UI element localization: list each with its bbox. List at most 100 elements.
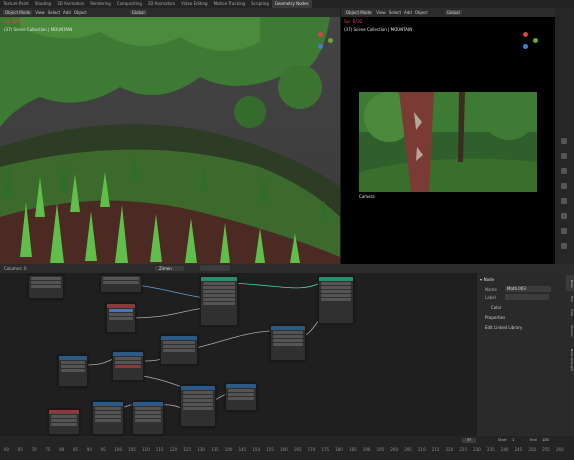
tab-shading[interactable]: Shading <box>32 0 54 8</box>
end-frame-field[interactable]: 120 <box>542 438 549 442</box>
timeline-tick: 250 <box>528 447 537 452</box>
tab-motion-tracking[interactable]: Motion Tracking <box>211 0 248 8</box>
timeline-tick: 145 <box>238 447 247 452</box>
properties-label[interactable]: Properties <box>485 315 505 320</box>
timeline-tick: 105 <box>128 447 136 452</box>
left-transform-dropdown[interactable]: Global <box>129 10 147 15</box>
tab-3d-animation[interactable]: 3D Animation <box>54 0 87 8</box>
toolbar-icon-4[interactable] <box>561 183 567 189</box>
right-menu-view[interactable]: View <box>376 10 386 15</box>
right-collection-label: (37) Scene Collection | MOUNTAIN <box>344 27 413 32</box>
tab-compositing[interactable]: Compositing <box>114 0 145 8</box>
tab-scripting[interactable]: Scripting <box>248 0 272 8</box>
random-value-node[interactable] <box>180 385 216 427</box>
left-menu-object[interactable]: Object <box>74 10 87 15</box>
timeline-tick: 75 <box>45 447 51 452</box>
right-viewport[interactable]: Object Mode View Select Add Object Globa… <box>341 8 555 264</box>
right-menu-add[interactable]: Add <box>404 10 412 15</box>
math-003-node[interactable] <box>225 383 257 411</box>
gizmo-y-icon[interactable] <box>328 38 333 43</box>
object-info-node[interactable] <box>106 303 136 333</box>
left-mode-dropdown[interactable]: Object Mode <box>3 10 33 15</box>
sidebar-tab-node-wrangler[interactable]: Node Wrangler <box>566 341 574 379</box>
group-input-node[interactable] <box>100 275 142 293</box>
tab-geometry-nodes[interactable]: Geometry Nodes <box>271 0 312 8</box>
name-field[interactable]: Math.003 <box>505 286 551 292</box>
node-sidebar: ▾ Node Name Math.003 Label Color Propert… <box>477 273 574 436</box>
node-panel-header[interactable]: ▾ Node <box>480 277 560 283</box>
gizmo-z-icon[interactable] <box>318 44 323 49</box>
timeline-tick: 90 <box>86 447 92 452</box>
toolbar-icon-8[interactable] <box>561 243 567 249</box>
timeline-tick: 190 <box>362 447 371 452</box>
timeline-tick: 100 <box>114 447 123 452</box>
distribute-points-node[interactable] <box>200 276 238 326</box>
sidebar-tab-options[interactable]: Options <box>566 319 574 343</box>
left-collection-label: (37) Scene Collection | MOUNTAIN <box>4 27 73 32</box>
camera-view-render <box>359 92 537 192</box>
toolbar-icon-1[interactable] <box>561 138 567 144</box>
left-sample-count: Sa: 8/50 <box>4 20 23 25</box>
group-output-node[interactable] <box>318 276 354 324</box>
timeline-tick: 260 <box>556 447 564 452</box>
tab-texture-paint[interactable]: Texture Paint <box>0 0 32 8</box>
timeline-tick: 225 <box>459 447 468 452</box>
node-editor-canvas[interactable] <box>0 273 477 436</box>
chevron-down-icon: ▾ <box>480 277 483 282</box>
math-node-a[interactable] <box>270 325 306 361</box>
label-label: Label <box>485 295 496 300</box>
left-menu-view[interactable]: View <box>35 10 45 15</box>
timeline-tick: 160 <box>280 447 288 452</box>
start-frame-field[interactable]: 1 <box>512 438 514 442</box>
columns-status: Columns: 0 <box>4 266 27 271</box>
current-frame-field[interactable]: 37 <box>462 438 476 443</box>
right-mode-dropdown[interactable]: Object Mode <box>344 10 374 15</box>
right-gizmo-z-icon[interactable] <box>523 44 528 49</box>
toolbar-icon-5[interactable] <box>561 198 567 204</box>
timeline-tick: 200 <box>390 447 399 452</box>
timeline-tick: 110 <box>142 447 150 452</box>
position-node[interactable] <box>48 409 80 435</box>
timeline-tick: 180 <box>335 447 343 452</box>
node-tree-icons[interactable] <box>200 265 230 271</box>
left-menu-add[interactable]: Add <box>63 10 71 15</box>
toolbar-icon-2[interactable] <box>561 153 567 159</box>
vector-math-node[interactable] <box>160 335 198 365</box>
right-gizmo-y-icon[interactable] <box>533 38 538 43</box>
timeline-tick: 185 <box>349 447 357 452</box>
timeline-tick: 130 <box>197 447 205 452</box>
timeline-tick: 165 <box>293 447 302 452</box>
edit-linked-library-label[interactable]: Edit Linked Library <box>485 325 522 330</box>
label-field[interactable] <box>505 294 549 300</box>
timeline-tick: 155 <box>266 447 274 452</box>
timeline-tick: 60 <box>4 447 10 452</box>
math-node-c[interactable] <box>112 351 144 381</box>
math-node-b[interactable] <box>58 355 88 387</box>
node-tree-name[interactable]: Zimen <box>155 266 184 271</box>
toolbar-icon-6[interactable] <box>561 213 567 219</box>
right-transform-dropdown[interactable]: Global <box>444 10 462 15</box>
camera-label: Camera <box>359 194 375 199</box>
timeline-tick: 125 <box>183 447 192 452</box>
timeline-tick: 175 <box>321 447 330 452</box>
tab-video-editing[interactable]: Video Editing <box>178 0 210 8</box>
toolbar-icon-7[interactable] <box>561 228 567 234</box>
right-gizmo-x-icon[interactable] <box>523 32 528 37</box>
tab-rendering[interactable]: Rendering <box>87 0 113 8</box>
left-menu-select[interactable]: Select <box>48 10 60 15</box>
timeline-tick: 230 <box>473 447 481 452</box>
left-scene-render <box>0 17 340 264</box>
right-menu-object[interactable]: Object <box>415 10 428 15</box>
math-node-e[interactable] <box>132 401 164 435</box>
timeline-tick: 205 <box>404 447 412 452</box>
left-viewport[interactable]: Object Mode View Select Add Object Globa… <box>0 8 340 264</box>
right-menu-select[interactable]: Select <box>389 10 401 15</box>
toolbar-icon-3[interactable] <box>561 168 567 174</box>
timeline-tick: 170 <box>307 447 316 452</box>
tab-2d-animation[interactable]: 2D Animation <box>145 0 178 8</box>
timeline-tick: 150 <box>252 447 261 452</box>
math-node-d[interactable] <box>92 401 124 435</box>
input-node[interactable] <box>28 275 64 299</box>
end-label: End <box>530 438 537 442</box>
gizmo-x-icon[interactable] <box>318 32 323 37</box>
